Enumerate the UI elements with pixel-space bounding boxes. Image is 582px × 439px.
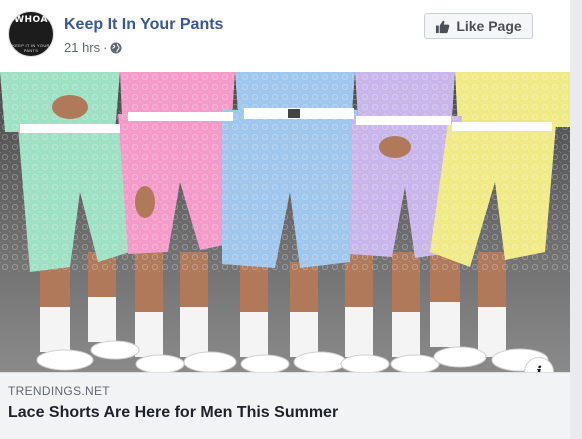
post-timestamp[interactable]: 21 hrs (64, 40, 100, 55)
post-meta: 21 hrs · (64, 40, 122, 55)
page-name-link[interactable]: Keep It In Your Pants (64, 16, 223, 34)
globe-icon (110, 42, 122, 53)
feed-gutter (570, 0, 582, 439)
post-image[interactable] (0, 72, 570, 372)
link-title[interactable]: Lace Shorts Are Here for Men This Summer (8, 404, 338, 422)
thumbs-up-icon (436, 20, 450, 33)
avatar-text: WHOA (14, 15, 48, 25)
like-page-button[interactable]: Like Page (424, 13, 533, 39)
page-avatar[interactable]: WHOA KEEP IT IN YOUR PANTS (8, 11, 54, 57)
facebook-post-card: WHOA KEEP IT IN YOUR PANTS Keep It In Yo… (0, 0, 570, 439)
like-page-label: Like Page (456, 18, 522, 34)
link-preview[interactable]: TRENDINGS.NET Lace Shorts Are Here for M… (0, 372, 570, 439)
lace-shorts-photo (0, 72, 570, 372)
link-domain: TRENDINGS.NET (8, 384, 110, 398)
post-header: WHOA KEEP IT IN YOUR PANTS Keep It In Yo… (0, 0, 570, 72)
meta-separator: · (103, 40, 108, 55)
avatar-subtext: KEEP IT IN YOUR PANTS (12, 43, 50, 53)
